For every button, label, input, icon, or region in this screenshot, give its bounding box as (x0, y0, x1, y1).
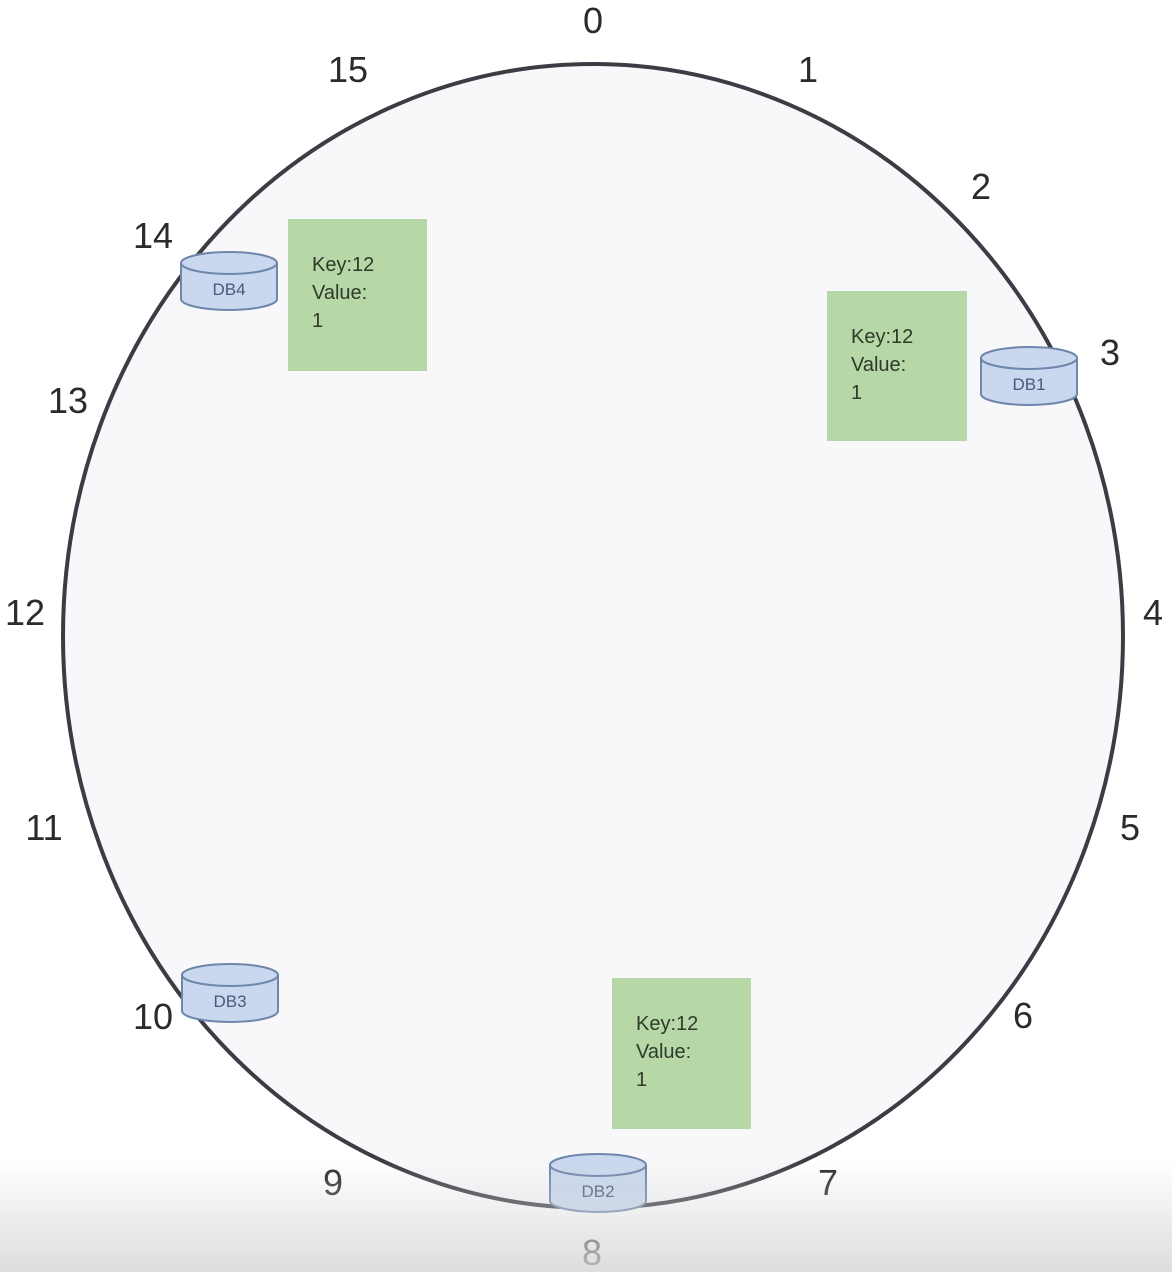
key-value-box-db2: Key:12 Value: 1 (612, 978, 751, 1129)
ring-position-label-11: 11 (25, 807, 62, 848)
ring-position-label-14: 14 (133, 215, 173, 256)
consistent-hash-ring-diagram: 0123456789101112131415 Key:12Value:1Key:… (5, 0, 1163, 1272)
key-value-box-line: 1 (851, 382, 862, 404)
database-label: DB1 (1012, 375, 1045, 394)
key-value-box-db4: Key:12 Value: 1 (288, 219, 427, 371)
database-cylinder-top (549, 1153, 647, 1177)
ring-position-label-4: 4 (1143, 592, 1163, 633)
key-value-box-line: Key:12 (636, 1013, 698, 1035)
key-value-box-db1: Key:12 Value: 1 (827, 291, 967, 441)
ring-position-label-7: 7 (818, 1162, 838, 1203)
ring-position-label-0: 0 (583, 0, 603, 41)
key-value-box-line: Value: (312, 282, 367, 304)
ring-position-label-13: 13 (48, 380, 88, 421)
ring-position-label-15: 15 (328, 49, 368, 90)
database-label: DB2 (581, 1182, 614, 1201)
database-cylinder-top (180, 251, 278, 275)
database-db3-icon: DB3 (181, 963, 279, 1023)
key-value-box-line: 1 (636, 1069, 647, 1091)
ring-position-label-5: 5 (1120, 807, 1140, 848)
ring-position-label-3: 3 (1100, 332, 1120, 373)
ring-position-label-1: 1 (798, 49, 818, 90)
ring-position-label-9: 9 (323, 1162, 343, 1203)
ring-position-label-12: 12 (5, 592, 45, 633)
database-cylinder-top (980, 346, 1078, 370)
hash-ring (61, 62, 1125, 1210)
database-cylinder-top (181, 963, 279, 987)
database-db4-icon: DB4 (180, 251, 278, 311)
key-value-box-line: Key:12 (851, 326, 913, 348)
database-db1-icon: DB1 (980, 346, 1078, 406)
database-label: DB4 (212, 280, 245, 299)
key-value-box-line: Value: (851, 354, 906, 376)
database-db2-icon: DB2 (549, 1153, 647, 1213)
ring-position-label-8: 8 (582, 1232, 602, 1272)
key-value-box-line: 1 (312, 310, 323, 332)
key-value-box-line: Value: (636, 1041, 691, 1063)
ring-position-label-2: 2 (971, 166, 991, 207)
key-value-box-line: Key:12 (312, 254, 374, 276)
ring-position-label-10: 10 (133, 996, 173, 1037)
ring-position-label-6: 6 (1013, 995, 1033, 1036)
database-label: DB3 (213, 992, 246, 1011)
